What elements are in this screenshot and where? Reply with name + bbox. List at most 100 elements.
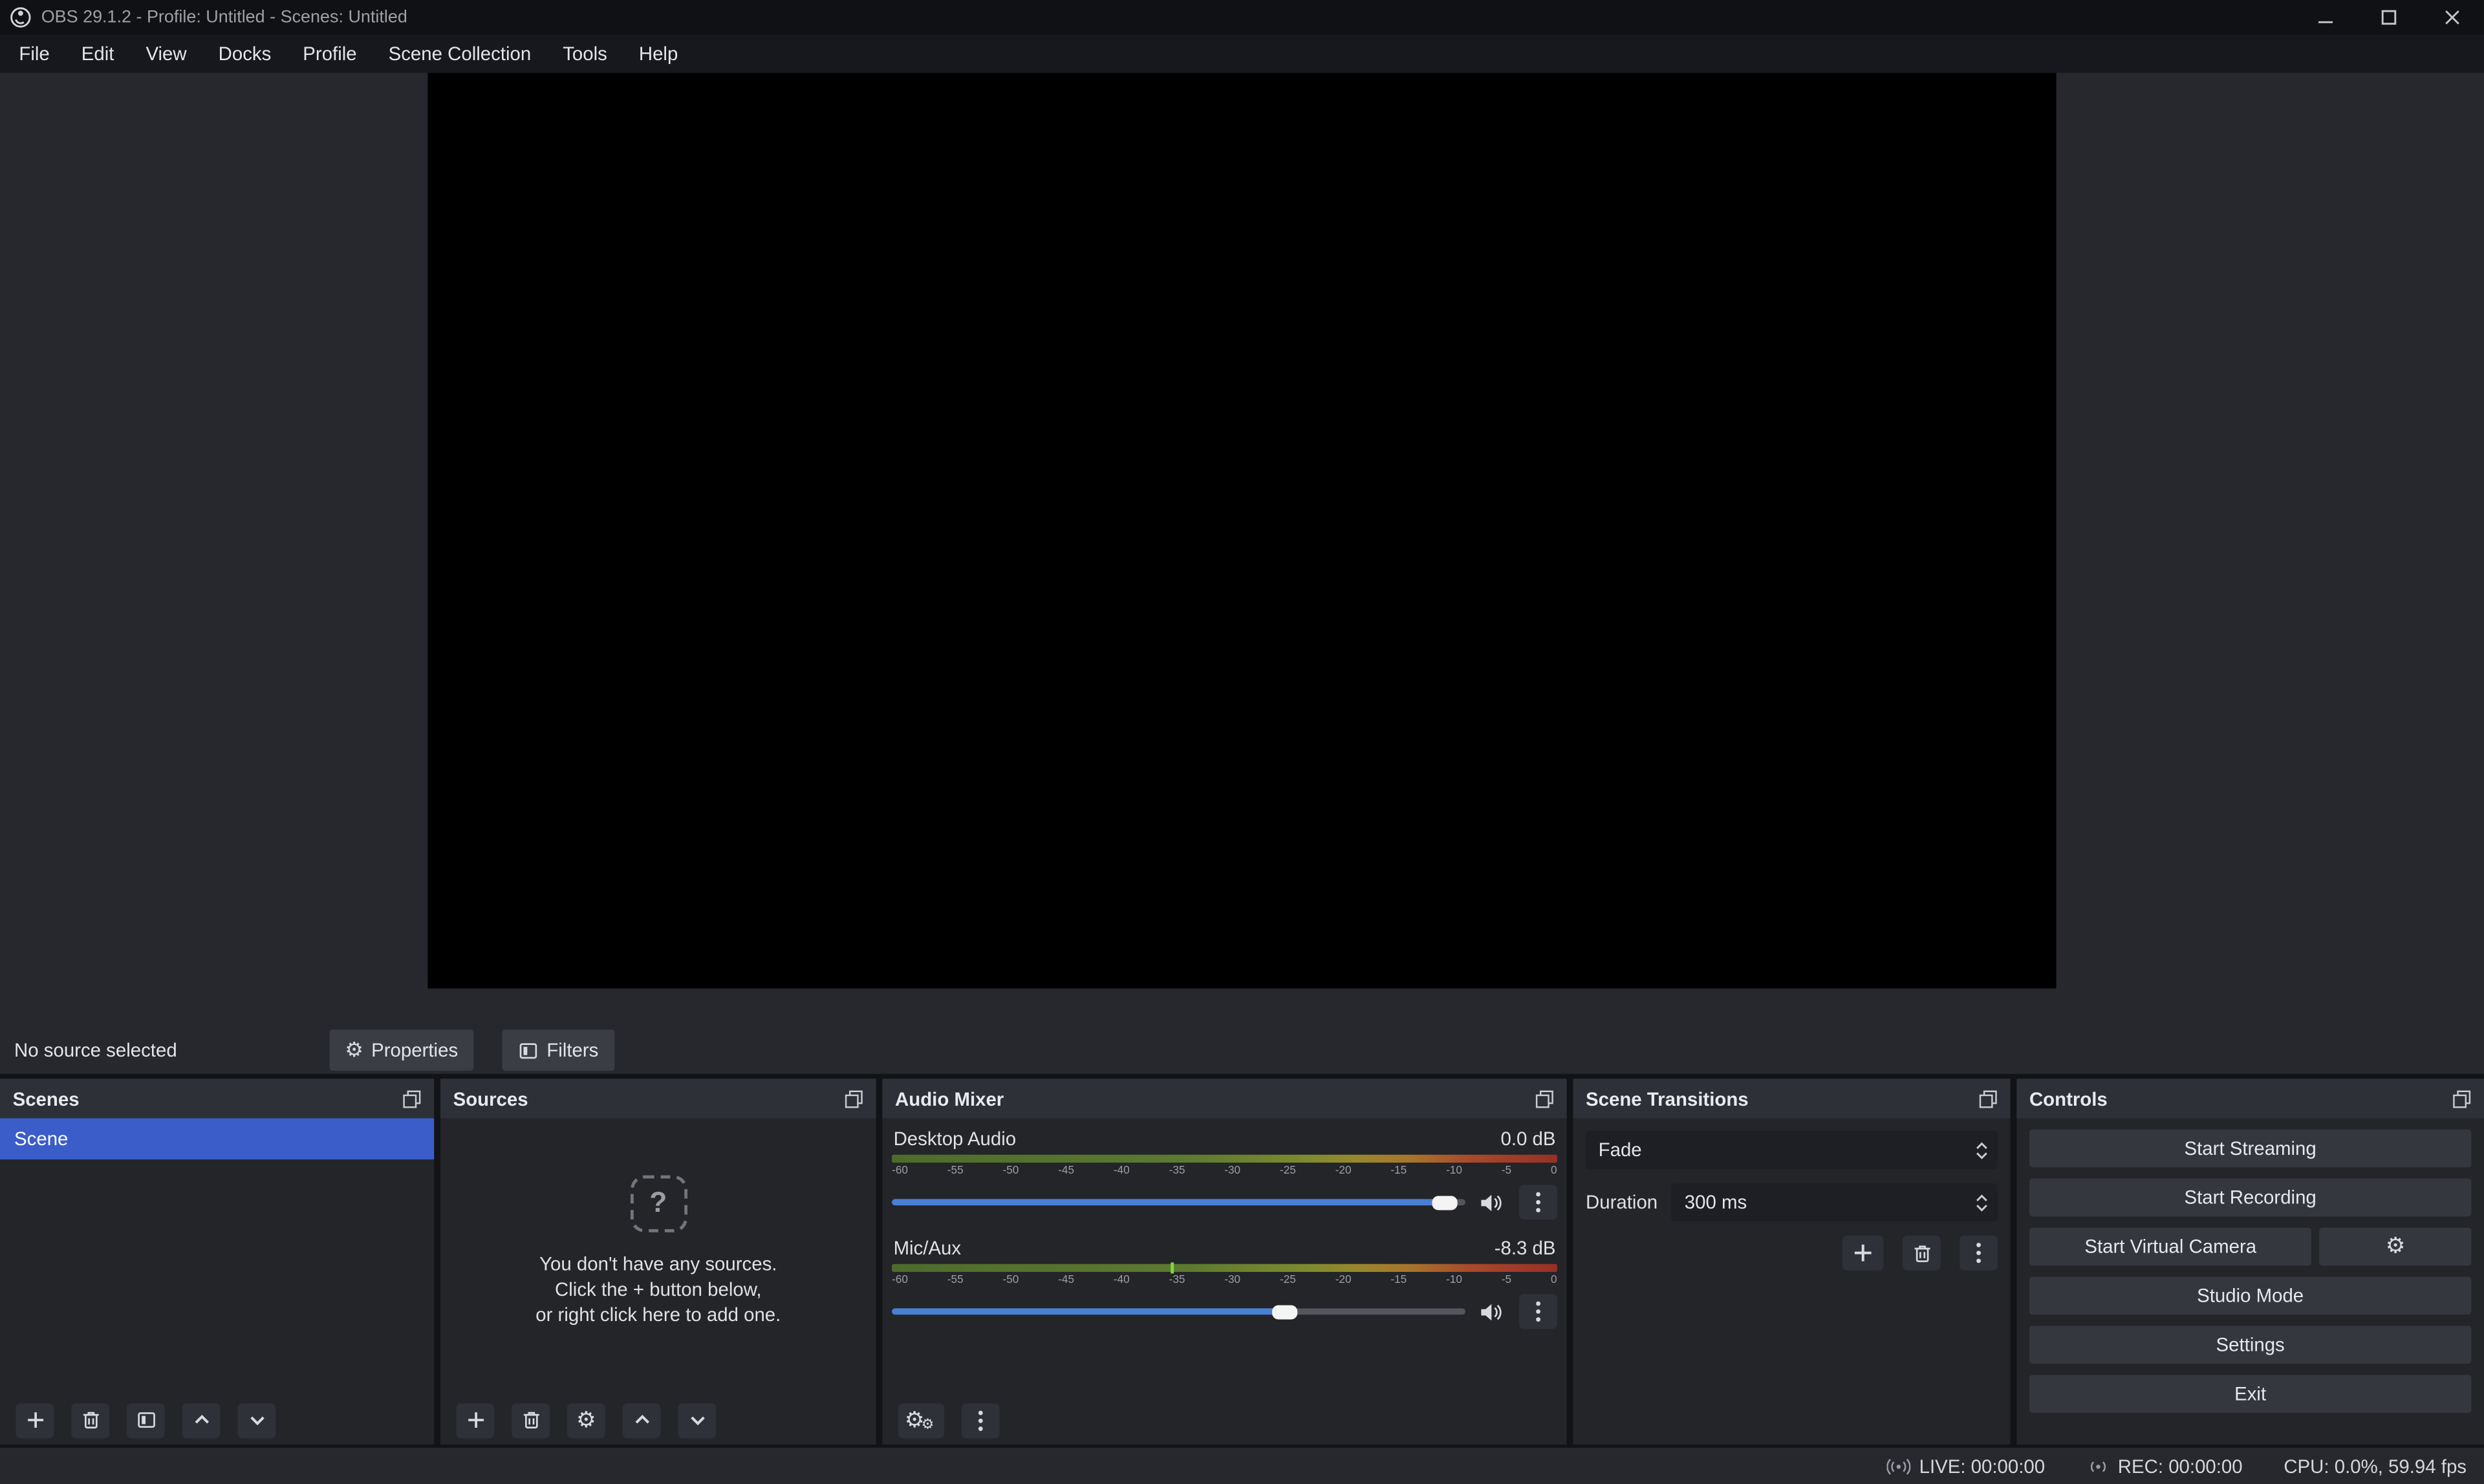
move-source-up-button[interactable] xyxy=(623,1403,661,1437)
scenes-toolbar xyxy=(0,1395,434,1445)
gear-icon: ⚙ xyxy=(576,1409,596,1431)
tick-label: -55 xyxy=(947,1164,964,1178)
float-dock-button[interactable] xyxy=(2452,1089,2471,1108)
exit-button[interactable]: Exit xyxy=(2029,1375,2471,1413)
scene-list[interactable]: Scene xyxy=(0,1118,434,1395)
properties-button[interactable]: ⚙ Properties xyxy=(329,1029,474,1071)
transition-options-button[interactable] xyxy=(1960,1236,1998,1271)
audio-mixer-panel-header[interactable]: Audio Mixer xyxy=(882,1079,1566,1118)
rec-time-label: REC: 00:00:00 xyxy=(2118,1455,2243,1477)
sources-panel-header[interactable]: Sources xyxy=(440,1079,876,1118)
tick-label: -60 xyxy=(892,1164,908,1178)
audio-mixer-panel-title: Audio Mixer xyxy=(895,1088,1004,1110)
remove-transition-button[interactable] xyxy=(1903,1236,1941,1271)
add-scene-button[interactable] xyxy=(16,1403,54,1437)
sources-empty-area[interactable]: ? You don't have any sources. Click the … xyxy=(440,1118,876,1395)
move-source-down-button[interactable] xyxy=(678,1403,716,1437)
menu-help[interactable]: Help xyxy=(623,35,693,73)
mute-toggle-button[interactable] xyxy=(1480,1192,1505,1212)
studio-mode-button[interactable]: Studio Mode xyxy=(2029,1276,2471,1315)
menu-scene-collection[interactable]: Scene Collection xyxy=(373,35,547,73)
combo-arrows-icon[interactable] xyxy=(1969,1141,1994,1159)
settings-button[interactable]: Settings xyxy=(2029,1326,2471,1364)
add-transition-button[interactable] xyxy=(1842,1236,1884,1271)
properties-button-label: Properties xyxy=(371,1039,458,1061)
live-status: LIVE: 00:00:00 xyxy=(1888,1455,2046,1477)
channel-options-button[interactable] xyxy=(1519,1294,1557,1329)
channel-db-value: -8.3 dB xyxy=(1495,1237,1556,1259)
transition-selected-value: Fade xyxy=(1599,1139,1642,1161)
scene-transitions-panel-header[interactable]: Scene Transitions xyxy=(1573,1079,2010,1118)
scene-filters-button[interactable] xyxy=(127,1403,165,1437)
sources-empty-line: You don't have any sources. xyxy=(535,1251,781,1276)
controls-panel: Controls Start Streaming Start Recording… xyxy=(2016,1079,2484,1445)
tick-label: 0 xyxy=(1551,1273,1557,1287)
volume-meter xyxy=(892,1264,1557,1272)
tick-label: -60 xyxy=(892,1273,908,1287)
source-properties-button[interactable]: ⚙ xyxy=(567,1403,605,1437)
tick-label: -30 xyxy=(1224,1164,1240,1178)
mixer-channels: Desktop Audio 0.0 dB -60-55-50-45-40-35-… xyxy=(882,1118,1566,1346)
mixer-channel-mic-aux: Mic/Aux -8.3 dB -60-55-50-45-40-35-30-25… xyxy=(892,1237,1557,1329)
volume-slider[interactable] xyxy=(892,1199,1465,1205)
sources-panel-title: Sources xyxy=(453,1088,528,1110)
scene-transitions-panel: Scene Transitions Fade Duration xyxy=(1573,1079,2010,1445)
volume-slider-handle[interactable] xyxy=(1271,1304,1297,1318)
menu-tools[interactable]: Tools xyxy=(547,35,623,73)
remove-source-button[interactable] xyxy=(512,1403,550,1437)
add-source-button[interactable] xyxy=(456,1403,494,1437)
remove-scene-button[interactable] xyxy=(71,1403,109,1437)
virtual-camera-settings-button[interactable]: ⚙ xyxy=(2320,1227,2472,1265)
tick-label: -5 xyxy=(1502,1273,1511,1287)
titlebar[interactable]: OBS 29.1.2 - Profile: Untitled - Scenes:… xyxy=(0,0,2484,35)
channel-name: Desktop Audio xyxy=(894,1128,1017,1150)
mixer-options-button[interactable] xyxy=(961,1403,999,1437)
spinbox-arrows[interactable] xyxy=(1969,1194,1994,1211)
preview-area xyxy=(0,73,2484,1027)
obs-window: OBS 29.1.2 - Profile: Untitled - Scenes:… xyxy=(0,0,2484,1484)
float-dock-button[interactable] xyxy=(1535,1089,1554,1108)
scene-list-item[interactable]: Scene xyxy=(0,1118,434,1159)
tick-label: -35 xyxy=(1169,1273,1185,1287)
transition-select[interactable]: Fade xyxy=(1586,1131,1998,1169)
live-signal-icon xyxy=(1888,1456,1912,1475)
mute-toggle-button[interactable] xyxy=(1480,1301,1505,1322)
tick-label: 0 xyxy=(1551,1164,1557,1178)
move-scene-down-button[interactable] xyxy=(237,1403,275,1437)
filters-button[interactable]: Filters xyxy=(502,1029,614,1071)
volume-slider-handle[interactable] xyxy=(1432,1195,1458,1209)
rec-signal-icon xyxy=(2086,1456,2110,1475)
scenes-panel-header[interactable]: Scenes xyxy=(0,1079,434,1118)
obs-logo-icon xyxy=(10,6,32,28)
float-dock-button[interactable] xyxy=(402,1089,421,1108)
controls-panel-header[interactable]: Controls xyxy=(2016,1079,2484,1118)
sources-empty-line: Click the + button below, xyxy=(535,1276,781,1301)
menu-bar: File Edit View Docks Profile Scene Colle… xyxy=(0,35,2484,73)
start-virtual-camera-button[interactable]: Start Virtual Camera xyxy=(2029,1227,2312,1265)
channel-name: Mic/Aux xyxy=(894,1237,962,1259)
start-recording-button[interactable]: Start Recording xyxy=(2029,1179,2471,1217)
move-scene-up-button[interactable] xyxy=(182,1403,221,1437)
float-dock-button[interactable] xyxy=(845,1089,863,1108)
menu-docks[interactable]: Docks xyxy=(202,35,287,73)
preview-canvas[interactable] xyxy=(427,73,2056,989)
volume-slider[interactable] xyxy=(892,1308,1465,1315)
menu-view[interactable]: View xyxy=(130,35,202,73)
close-button[interactable] xyxy=(2421,0,2484,35)
advanced-audio-properties-button[interactable]: ⚙⚙ xyxy=(898,1403,944,1437)
menu-file[interactable]: File xyxy=(3,35,65,73)
duration-value: 300 ms xyxy=(1685,1191,1747,1213)
start-streaming-button[interactable]: Start Streaming xyxy=(2029,1130,2471,1168)
tick-label: -25 xyxy=(1280,1273,1296,1287)
float-dock-button[interactable] xyxy=(1979,1089,1998,1108)
duration-spinbox[interactable]: 300 ms xyxy=(1672,1183,1998,1221)
audio-mixer-panel: Audio Mixer Desktop Audio 0.0 dB -60-55-… xyxy=(882,1079,1566,1445)
minimize-button[interactable] xyxy=(2294,0,2357,35)
maximize-button[interactable] xyxy=(2357,0,2421,35)
channel-options-button[interactable] xyxy=(1519,1185,1557,1220)
tick-label: -10 xyxy=(1446,1273,1462,1287)
tick-label: -15 xyxy=(1390,1273,1407,1287)
live-time-label: LIVE: 00:00:00 xyxy=(1919,1455,2046,1477)
menu-edit[interactable]: Edit xyxy=(65,35,130,73)
menu-profile[interactable]: Profile xyxy=(287,35,373,73)
